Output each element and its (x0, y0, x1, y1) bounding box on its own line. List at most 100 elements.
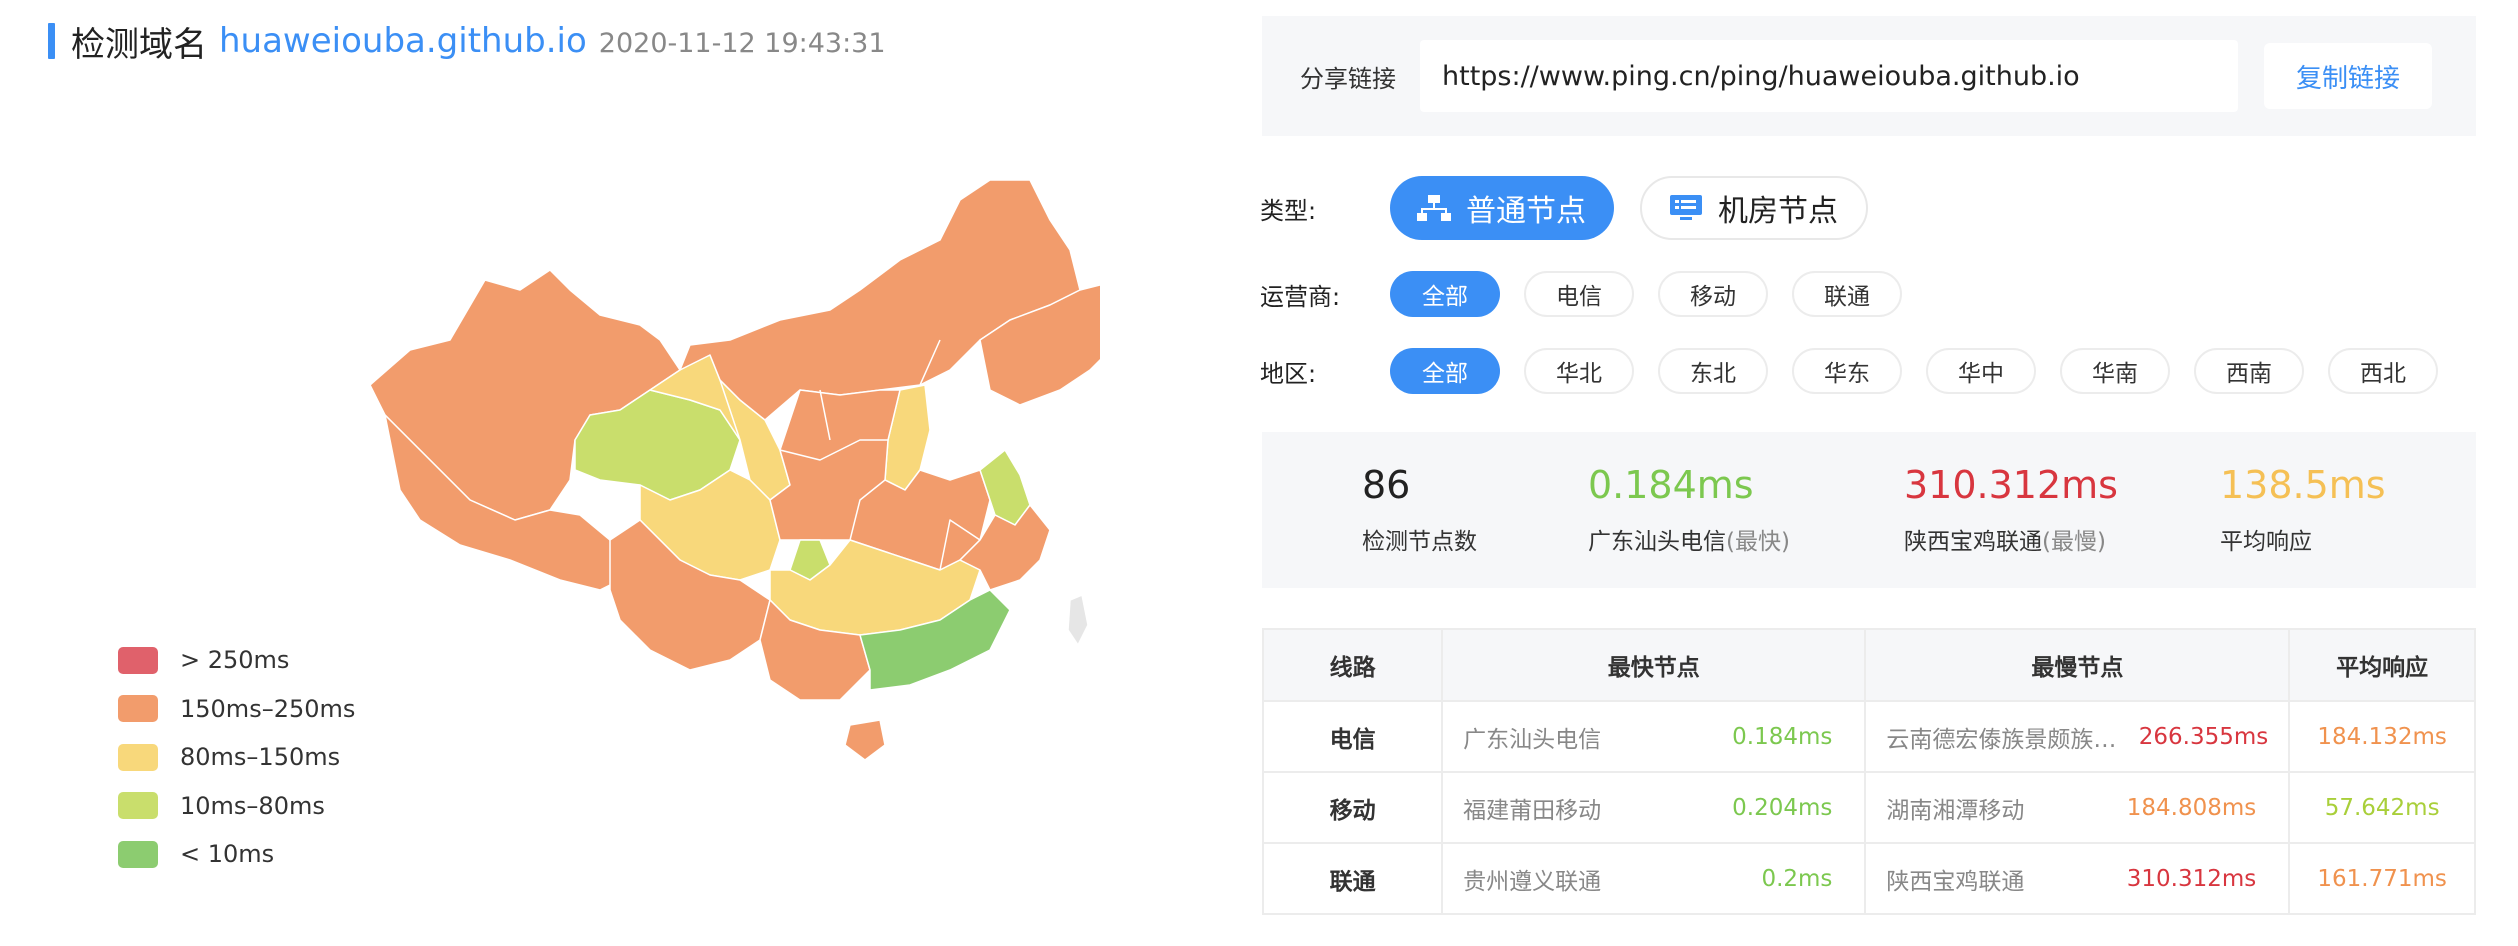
region-hainan[interactable] (844, 719, 886, 761)
isp-option-mobile[interactable]: 移动 (1658, 271, 1768, 317)
stat-fastest-desc: 广东汕头电信(最快) (1588, 522, 1790, 556)
row-slowest: 陕西宝鸡联通 310.312ms (1864, 842, 2291, 915)
isp-filter-label: 运营商: (1260, 282, 1341, 311)
legend-item: < 10ms (118, 830, 355, 879)
legend-swatch (118, 695, 158, 723)
legend-swatch (118, 646, 158, 674)
row-average: 161.771ms (2288, 842, 2476, 915)
stat-node-count: 86 检测节点数 (1362, 462, 1477, 556)
fastest-node-name: 广东汕头电信 (1463, 726, 1602, 753)
stat-slowest-desc: 陕西宝鸡联通(最慢) (1904, 522, 2118, 556)
slowest-node-name: 湖南湘潭移动 (1886, 797, 2025, 824)
monitor-icon (1670, 195, 1702, 220)
stat-slowest: 310.312ms 陕西宝鸡联通(最慢) (1904, 462, 2118, 556)
region-option-north[interactable]: 华北 (1524, 348, 1634, 394)
legend-swatch (118, 792, 158, 820)
stat-slowest-mark: (最慢) (2042, 529, 2106, 555)
type-normal-node-label: 普通节点 (1466, 194, 1586, 229)
type-datacenter-node-button[interactable]: 机房节点 (1640, 176, 1868, 240)
checked-domain: huaweiouba.github.io (219, 21, 587, 61)
stat-fastest-mark: (最快) (1726, 529, 1790, 555)
region-option-central[interactable]: 华中 (1926, 348, 2036, 394)
col-header-fastest: 最快节点 (1441, 628, 1867, 702)
fastest-node-value: 0.184ms (1732, 723, 1833, 750)
legend-swatch (118, 743, 158, 771)
isp-filter: 运营商: 全部 电信 移动 联通 (1260, 271, 1926, 317)
region-option-northeast[interactable]: 东北 (1658, 348, 1768, 394)
legend-item: 150ms–250ms (118, 685, 355, 734)
stat-average: 138.5ms 平均响应 (2220, 462, 2386, 556)
stat-average-value: 138.5ms (2220, 463, 2386, 507)
region-taiwan[interactable] (1067, 594, 1089, 646)
stat-node-count-value: 86 (1362, 463, 1411, 507)
isp-option-telecom[interactable]: 电信 (1524, 271, 1634, 317)
table-header-row: 线路 最快节点 最慢节点 平均响应 (1261, 628, 2476, 702)
region-jiangsu[interactable] (979, 449, 1031, 526)
region-option-east[interactable]: 华东 (1792, 348, 1902, 394)
legend-label: 80ms–150ms (180, 743, 341, 772)
region-option-south[interactable]: 华南 (2060, 348, 2170, 394)
stat-fastest-node: 广东汕头电信 (1588, 529, 1726, 555)
row-slowest: 云南德宏傣族景颇族… 266.355ms (1864, 700, 2291, 773)
col-header-line: 线路 (1261, 628, 1444, 702)
map-legend: > 250ms 150ms–250ms 80ms–150ms 10ms–80ms… (118, 636, 355, 879)
type-normal-node-button[interactable]: 普通节点 (1390, 176, 1614, 240)
slowest-node-value: 184.808ms (2126, 794, 2257, 821)
type-filter: 类型: 普通节点 机房节点 (1260, 176, 1894, 240)
check-timestamp: 2020-11-12 19:43:31 (598, 27, 886, 59)
row-average: 184.132ms (2288, 700, 2476, 773)
legend-item: 10ms–80ms (118, 782, 355, 831)
stat-slowest-value: 310.312ms (1904, 463, 2118, 507)
row-line: 联通 (1261, 842, 1444, 915)
row-line: 移动 (1261, 771, 1444, 844)
row-fastest: 贵州遵义联通 0.2ms (1441, 842, 1867, 915)
slowest-node-value: 310.312ms (2126, 865, 2257, 892)
share-link-bar: 分享链接 https://www.ping.cn/ping/huaweiouba… (1262, 16, 2476, 136)
legend-label: 150ms–250ms (180, 694, 356, 723)
fastest-node-value: 0.204ms (1732, 794, 1833, 821)
stat-fastest-value: 0.184ms (1588, 463, 1754, 507)
slowest-node-name: 陕西宝鸡联通 (1886, 868, 2025, 895)
col-header-average: 平均响应 (2288, 628, 2476, 702)
copy-link-button[interactable]: 复制链接 (2264, 43, 2432, 109)
stat-fastest: 0.184ms 广东汕头电信(最快) (1588, 462, 1790, 556)
fastest-node-value: 0.2ms (1761, 865, 1833, 892)
isp-results-table: 线路 最快节点 最慢节点 平均响应 电信 广东汕头电信 0.184ms 云南德宏傣… (1261, 628, 2476, 915)
region-option-northwest[interactable]: 西北 (2328, 348, 2438, 394)
region-option-southwest[interactable]: 西南 (2194, 348, 2304, 394)
row-line: 电信 (1261, 700, 1444, 773)
legend-item: 80ms–150ms (118, 733, 355, 782)
row-slowest: 湖南湘潭移动 184.808ms (1864, 771, 2291, 844)
stat-slowest-node: 陕西宝鸡联通 (1904, 529, 2042, 555)
fastest-node-name: 福建莆田移动 (1463, 797, 1602, 824)
region-filter: 地区: 全部 华北 东北 华东 华中 华南 西南 西北 (1260, 348, 2462, 394)
summary-stats: 86 检测节点数 0.184ms 广东汕头电信(最快) 310.312ms 陕西… (1262, 432, 2476, 588)
legend-label: 10ms–80ms (180, 791, 325, 820)
page-header: 检测域名 huaweiouba.github.io 2020-11-12 19:… (48, 18, 886, 65)
isp-option-all[interactable]: 全部 (1390, 271, 1500, 317)
row-average: 57.642ms (2288, 771, 2476, 844)
share-link-label: 分享链接 (1300, 64, 1396, 93)
col-header-slowest: 最慢节点 (1864, 628, 2291, 702)
slowest-node-name: 云南德宏傣族景颇族… (1886, 726, 2117, 753)
region-filter-label: 地区: (1260, 359, 1317, 388)
share-url-field[interactable]: https://www.ping.cn/ping/huaweiouba.gith… (1420, 40, 2238, 112)
region-option-all[interactable]: 全部 (1390, 348, 1500, 394)
page-title: 检测域名 (71, 24, 207, 65)
isp-option-unicom[interactable]: 联通 (1792, 271, 1902, 317)
table-row: 移动 福建莆田移动 0.204ms 湖南湘潭移动 184.808ms 57.642m… (1261, 771, 2476, 844)
stat-average-desc: 平均响应 (2220, 529, 2312, 555)
table-row: 联通 贵州遵义联通 0.2ms 陕西宝鸡联通 310.312ms 161.771ms (1261, 842, 2476, 915)
type-filter-label: 类型: (1260, 196, 1317, 225)
row-fastest: 广东汕头电信 0.184ms (1441, 700, 1867, 773)
legend-item: > 250ms (118, 636, 355, 685)
slowest-node-value: 266.355ms (2138, 723, 2269, 750)
legend-label: < 10ms (180, 840, 275, 869)
table-row: 电信 广东汕头电信 0.184ms 云南德宏傣族景颇族… 266.355ms 184… (1261, 700, 2476, 773)
title-accent-bar (48, 23, 55, 59)
network-icon (1417, 195, 1451, 221)
legend-swatch (118, 840, 158, 868)
row-fastest: 福建莆田移动 0.204ms (1441, 771, 1867, 844)
stat-node-count-desc: 检测节点数 (1362, 529, 1477, 555)
type-datacenter-node-label: 机房节点 (1718, 194, 1838, 229)
